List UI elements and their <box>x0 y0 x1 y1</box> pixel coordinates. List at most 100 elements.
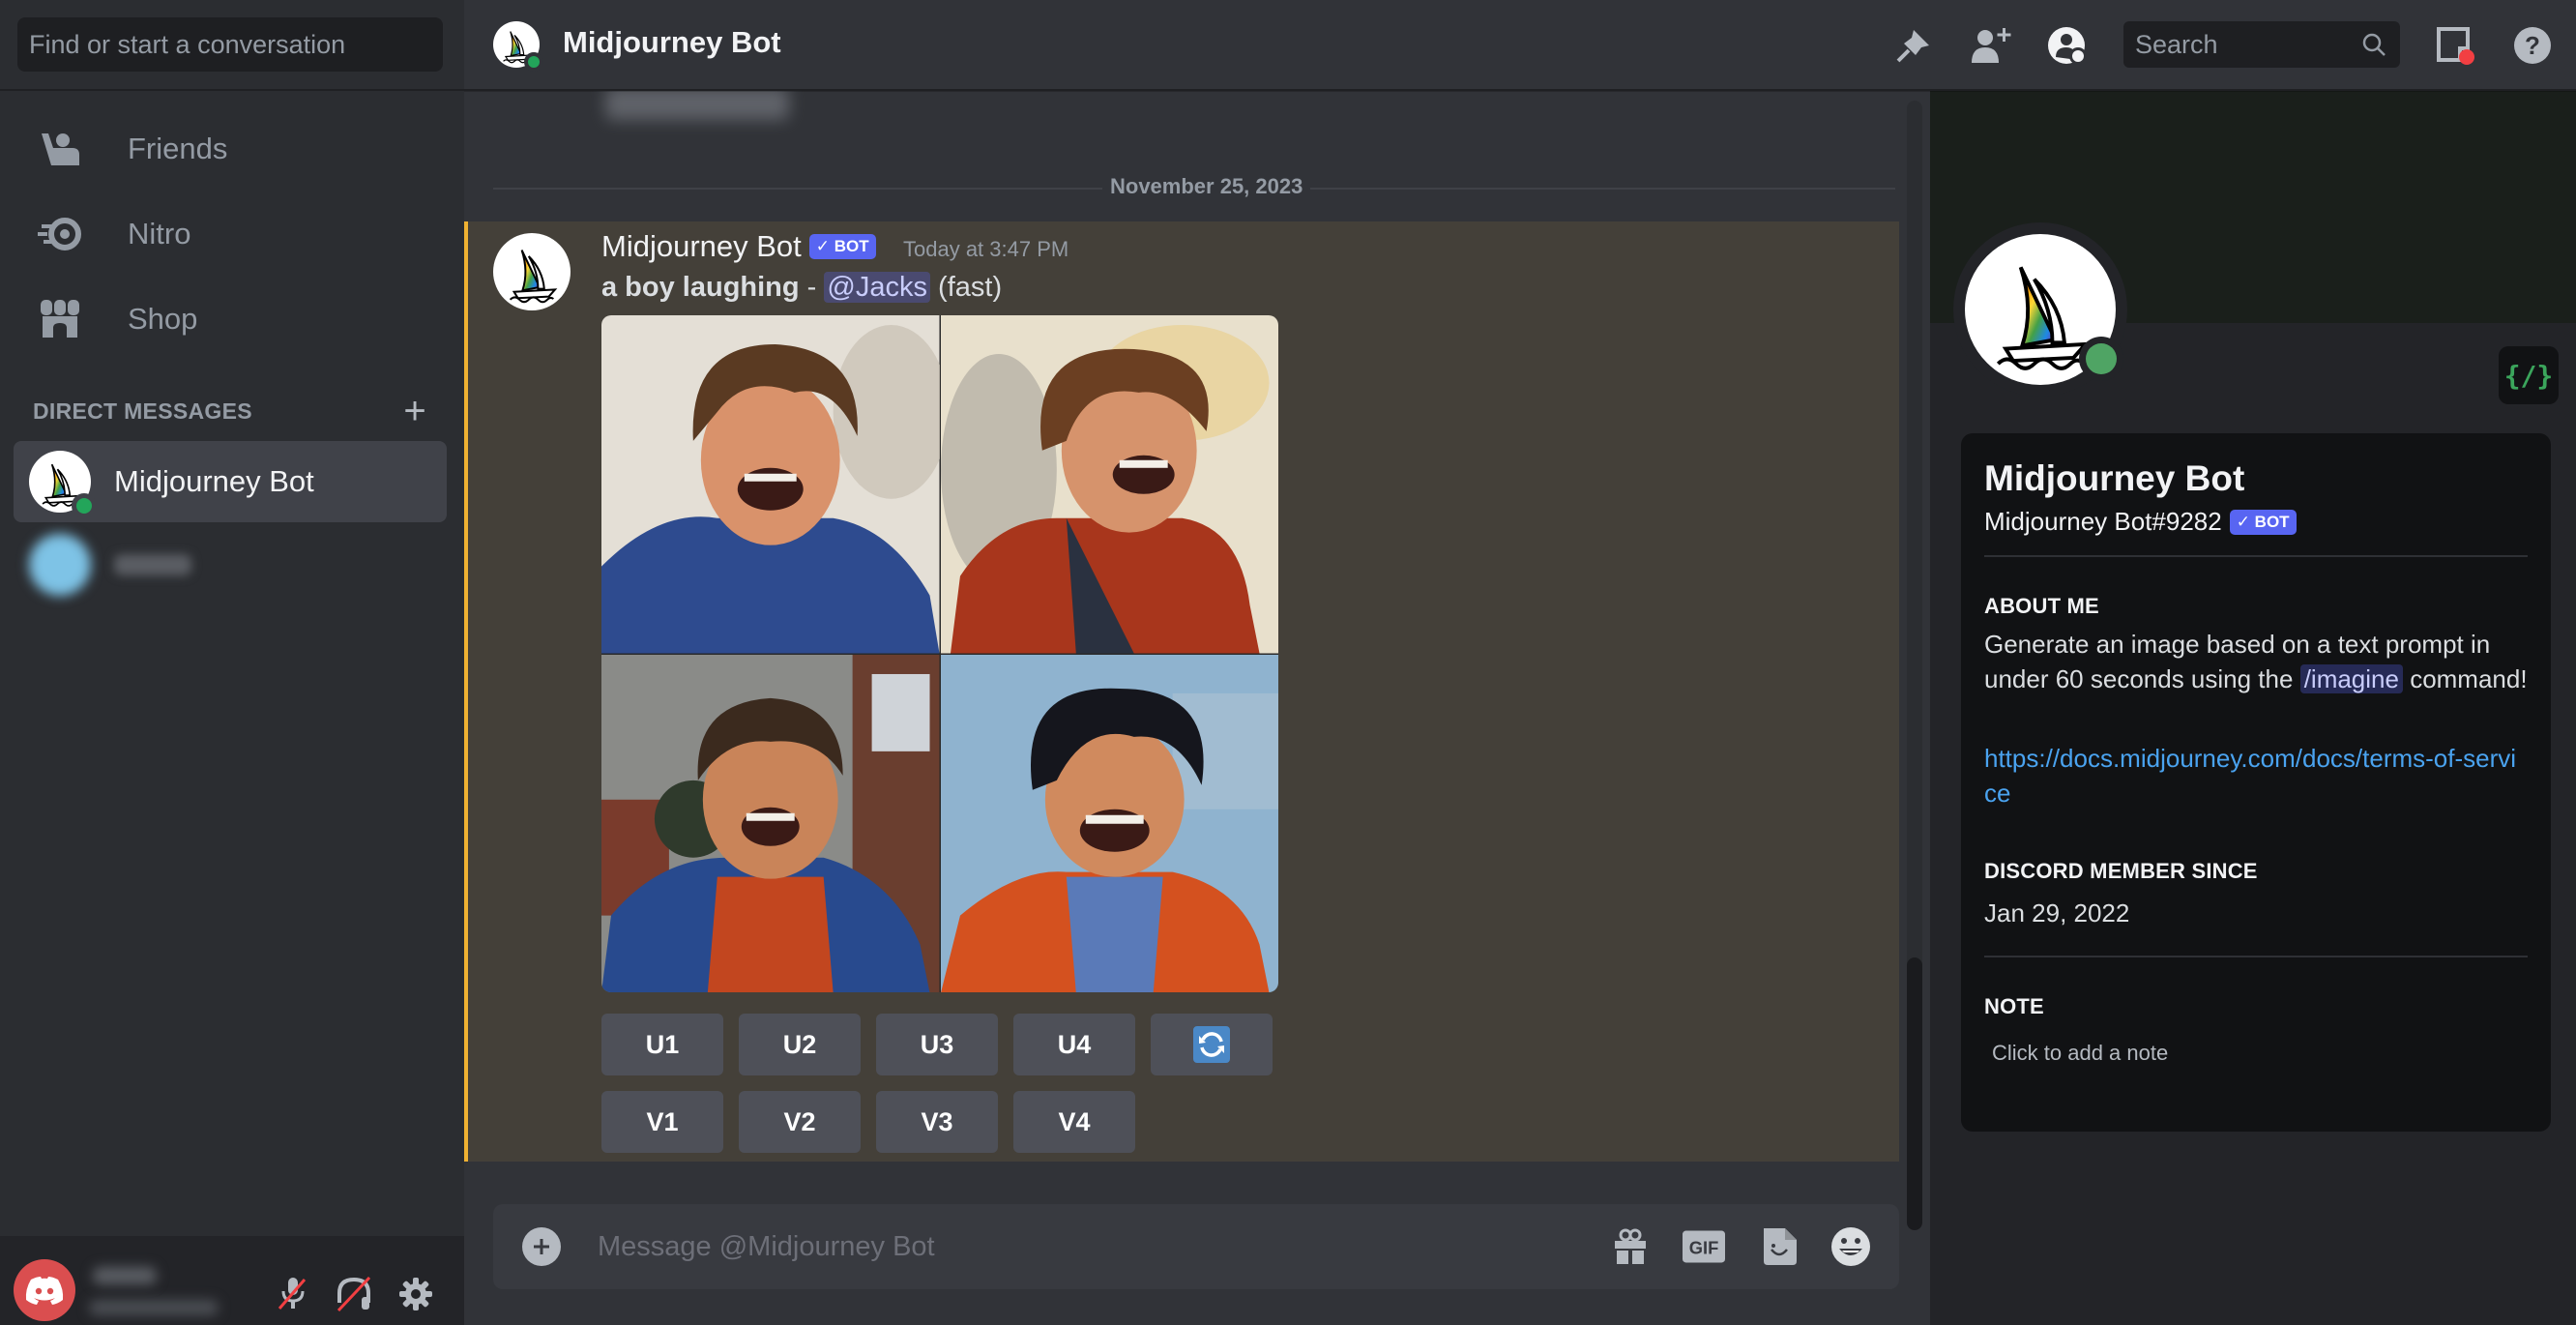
message-input[interactable]: Message @Midjourney Bot <box>598 1204 935 1289</box>
svg-text:?: ? <box>2525 31 2540 60</box>
upscale-2-button[interactable]: U2 <box>739 1014 861 1075</box>
username-text: Midjourney Bot#9282 <box>1984 507 2222 536</box>
message-item: Midjourney Bot ✓ BOT Today at 3:47 PM a b… <box>464 221 1899 1162</box>
profile-avatar-frame <box>1953 222 2127 397</box>
channel-header: Midjourney Bot Search ? <box>464 0 2576 91</box>
user-mention[interactable]: @Jacks <box>824 272 930 303</box>
online-status-icon <box>524 52 543 72</box>
username-redacted <box>93 1267 157 1284</box>
add-friend-icon[interactable] <box>1969 23 2013 68</box>
terms-of-service-link[interactable]: https://docs.midjourney.com/docs/terms-o… <box>1984 741 2528 810</box>
gear-icon[interactable] <box>395 1273 437 1315</box>
svg-text:GIF: GIF <box>1689 1237 1719 1257</box>
message-content: a boy laughing - @Jacks (fast) <box>601 272 1002 304</box>
about-me-text: Generate an image based on a text prompt… <box>1984 627 2528 696</box>
dm-name-redacted <box>114 554 191 575</box>
upscale-4-button[interactable]: U4 <box>1013 1014 1135 1075</box>
channel-title: Midjourney Bot <box>563 25 781 59</box>
discord-logo-icon[interactable] <box>14 1259 75 1321</box>
friends-icon <box>37 126 83 172</box>
divider <box>1984 555 2528 557</box>
image-grid[interactable] <box>601 315 1278 992</box>
author-name: Midjourney Bot <box>601 229 802 263</box>
refresh-icon <box>1193 1026 1230 1063</box>
dm-sidebar: Find or start a conversation Friends Nit… <box>0 0 464 1325</box>
dm-item-blurred[interactable] <box>14 524 447 605</box>
profile-card: Midjourney Bot Midjourney Bot#9282 ✓ BOT … <box>1961 433 2551 1132</box>
variation-1-button[interactable]: V1 <box>601 1091 723 1153</box>
avatar <box>29 451 97 518</box>
user-panel <box>0 1236 464 1325</box>
prompt-text: a boy laughing <box>601 272 800 303</box>
pin-icon[interactable] <box>1891 23 1936 68</box>
gift-icon[interactable] <box>1609 1225 1652 1268</box>
search-placeholder: Search <box>2135 30 2218 59</box>
sticker-icon[interactable] <box>1758 1225 1800 1268</box>
variation-button-row: V1 V2 V3 V4 <box>601 1091 1135 1153</box>
generated-image-2[interactable] <box>940 315 1278 654</box>
generated-image-1[interactable] <box>601 315 940 654</box>
upscale-1-button[interactable]: U1 <box>601 1014 723 1075</box>
user-status-redacted <box>89 1300 219 1315</box>
note-input[interactable]: Click to add a note <box>1992 1041 2168 1066</box>
user-profile-icon[interactable] <box>2046 23 2091 68</box>
search-icon <box>2362 33 2386 56</box>
gif-icon[interactable]: GIF <box>1683 1225 1725 1268</box>
nitro-icon <box>37 211 83 257</box>
previous-message-redacted <box>605 91 789 120</box>
avatar <box>29 534 91 596</box>
inbox-icon[interactable] <box>2433 23 2477 68</box>
profile-display-name: Midjourney Bot <box>1984 458 2245 498</box>
about-me-heading: ABOUT ME <box>1984 594 2099 618</box>
header-search-input[interactable]: Search <box>2123 21 2400 68</box>
date-divider: November 25, 2023 <box>493 174 1895 199</box>
sidebar-item-label: Friends <box>128 132 228 165</box>
upscale-3-button[interactable]: U3 <box>876 1014 998 1075</box>
headphones-deafened-icon[interactable] <box>333 1273 375 1315</box>
variation-3-button[interactable]: V3 <box>876 1091 998 1153</box>
chat-scrollbar[interactable] <box>1907 101 1922 1230</box>
find-conversation-input[interactable]: Find or start a conversation <box>17 17 443 72</box>
sidebar-item-shop[interactable]: Shop <box>14 280 447 358</box>
shop-icon <box>37 296 83 342</box>
member-since-date: Jan 29, 2022 <box>1984 898 2130 928</box>
chat-scrollbar-thumb[interactable] <box>1907 957 1922 1230</box>
reroll-button[interactable] <box>1151 1014 1273 1075</box>
direct-messages-label: DIRECT MESSAGES <box>33 398 252 424</box>
plus-icon[interactable]: + <box>400 392 429 430</box>
variation-4-button[interactable]: V4 <box>1013 1091 1135 1153</box>
generated-image-3[interactable] <box>601 654 940 992</box>
note-heading: NOTE <box>1984 994 2044 1018</box>
microphone-muted-icon[interactable] <box>271 1273 313 1315</box>
sidebar-item-label: Nitro <box>128 217 191 250</box>
sidebar-item-nitro[interactable]: Nitro <box>14 195 447 273</box>
help-icon[interactable]: ? <box>2510 23 2555 68</box>
about-text: command! <box>2402 664 2528 693</box>
online-status-icon <box>2079 337 2123 381</box>
bot-badge: ✓ BOT <box>808 234 876 259</box>
direct-messages-header: DIRECT MESSAGES + <box>33 392 429 430</box>
imagine-command[interactable]: /imagine <box>2299 664 2403 693</box>
avatar[interactable] <box>493 21 543 72</box>
dm-name: Midjourney Bot <box>114 464 314 498</box>
add-attachment-icon[interactable] <box>522 1227 561 1266</box>
message-input-box: Message @Midjourney Bot GIF <box>493 1204 1899 1289</box>
sidebar-item-friends[interactable]: Friends <box>14 110 447 188</box>
date-divider-label: November 25, 2023 <box>1102 174 1311 199</box>
dm-item-midjourney-bot[interactable]: Midjourney Bot <box>14 441 447 522</box>
midjourney-logo-icon <box>493 233 571 310</box>
slash-commands-icon[interactable]: {/} <box>2499 346 2559 404</box>
bot-badge: ✓ BOT <box>2229 510 2297 535</box>
generation-mode: (fast) <box>938 272 1003 303</box>
generated-image-4[interactable] <box>940 654 1278 992</box>
sidebar-item-label: Shop <box>128 302 198 336</box>
message-author[interactable]: Midjourney Bot ✓ BOT <box>601 229 876 264</box>
upscale-button-row: U1 U2 U3 U4 <box>601 1014 1273 1075</box>
variation-2-button[interactable]: V2 <box>739 1091 861 1153</box>
avatar[interactable] <box>493 233 571 310</box>
user-profile-panel: {/} Midjourney Bot Midjourney Bot#9282 ✓ … <box>1930 91 2576 1325</box>
sidebar-search-bar: Find or start a conversation <box>0 0 464 91</box>
member-since-heading: DISCORD MEMBER SINCE <box>1984 859 2258 883</box>
divider <box>1984 956 2528 957</box>
emoji-icon[interactable] <box>1830 1225 1872 1268</box>
